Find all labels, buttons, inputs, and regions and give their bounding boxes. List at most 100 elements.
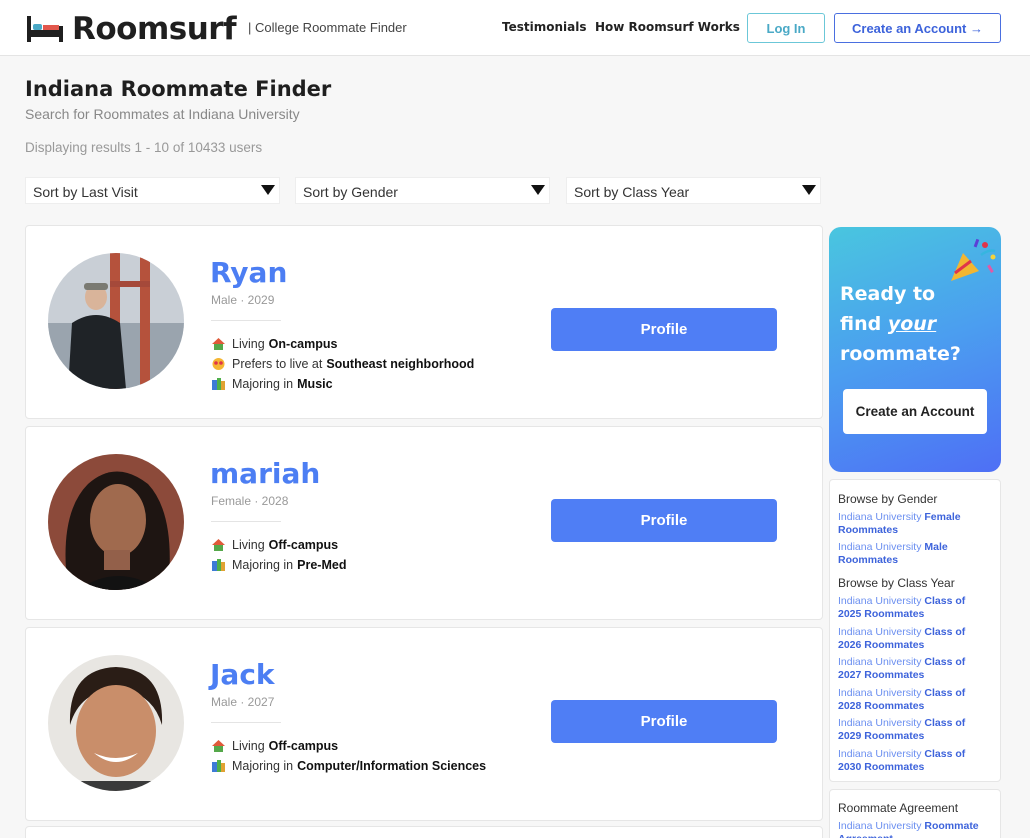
party-popper-icon xyxy=(951,238,996,281)
browse-link-agreement[interactable]: Indiana University Roommate Agreement xyxy=(838,820,988,838)
select-label: Sort by Last Visit xyxy=(33,184,138,200)
profile-button[interactable]: Profile xyxy=(551,700,777,743)
link-prefix: Indiana University xyxy=(838,820,922,832)
info-prefix: Majoring in xyxy=(232,759,294,773)
info-value: Computer/Information Sciences xyxy=(297,759,487,773)
link-prefix: Indiana University xyxy=(838,511,922,523)
browse-link-2026[interactable]: Indiana University Class of 2026 Roommat… xyxy=(838,626,988,651)
house-icon xyxy=(212,338,225,350)
select-label: Sort by Class Year xyxy=(574,184,690,200)
caret-down-icon xyxy=(531,185,545,195)
browse-link-2030[interactable]: Indiana University Class of 2030 Roommat… xyxy=(838,748,988,773)
profile-name[interactable]: Ryan xyxy=(210,256,287,289)
info-prefix: Majoring in xyxy=(232,377,294,391)
info-prefix: Living xyxy=(232,337,265,351)
divider xyxy=(211,320,281,321)
info-prefix: Living xyxy=(232,538,265,552)
heart-eyes-icon xyxy=(212,358,225,370)
divider xyxy=(211,521,281,522)
books-icon xyxy=(212,760,225,772)
profile-meta: Male · 2029 xyxy=(211,293,275,307)
profile-button[interactable]: Profile xyxy=(551,499,777,542)
promo-line: find your xyxy=(840,309,961,339)
promo-create-account-button[interactable]: Create an Account xyxy=(843,389,987,434)
browse-link-2029[interactable]: Indiana University Class of 2029 Roommat… xyxy=(838,717,988,742)
caret-down-icon xyxy=(802,185,816,195)
living-info: Living Off-campus xyxy=(212,739,338,753)
nav-testimonials[interactable]: Testimonials xyxy=(502,20,586,34)
page-subtitle: Search for Roommates at Indiana Universi… xyxy=(25,106,300,122)
link-prefix: Indiana University xyxy=(838,541,922,553)
avatar[interactable] xyxy=(48,655,184,791)
signup-promo: Ready to find your roommate? Create an A… xyxy=(829,227,1001,472)
info-prefix: Living xyxy=(232,739,265,753)
profile-card: mariah Female · 2028 Living Off-campus M… xyxy=(25,426,823,620)
profile-meta: Female · 2028 xyxy=(211,494,289,508)
create-account-button[interactable]: Create an Account → xyxy=(834,13,1001,43)
living-info: Living On-campus xyxy=(212,337,337,351)
browse-link-male[interactable]: Indiana University Male Roommates xyxy=(838,541,988,566)
browse-link-2027[interactable]: Indiana University Class of 2027 Roommat… xyxy=(838,656,988,681)
major-info: Majoring in Music xyxy=(212,377,333,391)
page-title: Indiana Roommate Finder xyxy=(25,77,332,101)
link-prefix: Indiana University xyxy=(838,595,922,607)
major-info: Majoring in Computer/Information Science… xyxy=(212,759,486,773)
info-value: Southeast neighborhood xyxy=(326,357,475,371)
books-icon xyxy=(212,559,225,571)
profile-card: Ryan Male · 2029 Living On-campus Prefer… xyxy=(25,225,823,419)
link-prefix: Indiana University xyxy=(838,626,922,638)
agreement-panel: Roommate Agreement Indiana University Ro… xyxy=(829,789,1001,838)
profile-card: Jack Male · 2027 Living Off-campus Major… xyxy=(25,627,823,821)
browse-year-heading: Browse by Class Year xyxy=(838,576,955,590)
profile-card xyxy=(25,826,823,838)
info-value: Off-campus xyxy=(268,739,339,753)
logo-text: Roomsurf xyxy=(72,11,237,47)
promo-line: roommate? xyxy=(840,343,961,365)
profile-name[interactable]: Jack xyxy=(210,658,275,691)
logo[interactable]: Roomsurf xyxy=(26,11,237,47)
living-info: Living Off-campus xyxy=(212,538,338,552)
profile-name[interactable]: mariah xyxy=(210,457,320,490)
house-icon xyxy=(212,539,225,551)
sort-gender-select[interactable]: Sort by Gender xyxy=(295,177,550,204)
info-value: Off-campus xyxy=(268,538,339,552)
sort-last-visit-select[interactable]: Sort by Last Visit xyxy=(25,177,280,204)
promo-line: Ready to xyxy=(840,283,936,305)
select-label: Sort by Gender xyxy=(303,184,398,200)
agreement-heading: Roommate Agreement xyxy=(838,801,959,815)
avatar[interactable] xyxy=(48,454,184,590)
info-value: On-campus xyxy=(268,337,338,351)
preference-info: Prefers to live at Southeast neighborhoo… xyxy=(212,357,474,371)
avatar[interactable] xyxy=(48,253,184,389)
sort-class-year-select[interactable]: Sort by Class Year xyxy=(566,177,821,204)
browse-gender-heading: Browse by Gender xyxy=(838,492,938,506)
info-value: Pre-Med xyxy=(297,558,347,572)
bed-logo-icon xyxy=(27,16,63,42)
caret-down-icon xyxy=(261,185,275,195)
browse-link-2025[interactable]: Indiana University Class of 2025 Roommat… xyxy=(838,595,988,620)
browse-link-2028[interactable]: Indiana University Class of 2028 Roommat… xyxy=(838,687,988,712)
link-prefix: Indiana University xyxy=(838,717,922,729)
promo-word: find xyxy=(840,313,882,335)
books-icon xyxy=(212,378,225,390)
profile-button[interactable]: Profile xyxy=(551,308,777,351)
tagline: | College Roommate Finder xyxy=(248,20,407,35)
info-prefix: Prefers to live at xyxy=(232,357,323,371)
login-button[interactable]: Log In xyxy=(747,13,825,43)
nav-how-it-works[interactable]: How Roomsurf Works xyxy=(595,20,740,34)
info-prefix: Majoring in xyxy=(232,558,294,572)
promo-text: Ready to find your roommate? xyxy=(840,279,961,369)
browse-panel: Browse by Gender Indiana University Fema… xyxy=(829,479,1001,782)
house-icon xyxy=(212,740,225,752)
promo-emphasis: your xyxy=(887,313,937,335)
link-prefix: Indiana University xyxy=(838,656,922,668)
browse-link-female[interactable]: Indiana University Female Roommates xyxy=(838,511,988,536)
top-navbar: Roomsurf | College Roommate Finder Testi… xyxy=(0,0,1030,56)
link-prefix: Indiana University xyxy=(838,687,922,699)
profile-meta: Male · 2027 xyxy=(211,695,275,709)
link-prefix: Indiana University xyxy=(838,748,922,760)
major-info: Majoring in Pre-Med xyxy=(212,558,346,572)
divider xyxy=(211,722,281,723)
results-count: Displaying results 1 - 10 of 10433 users xyxy=(25,140,263,155)
info-value: Music xyxy=(297,377,333,391)
